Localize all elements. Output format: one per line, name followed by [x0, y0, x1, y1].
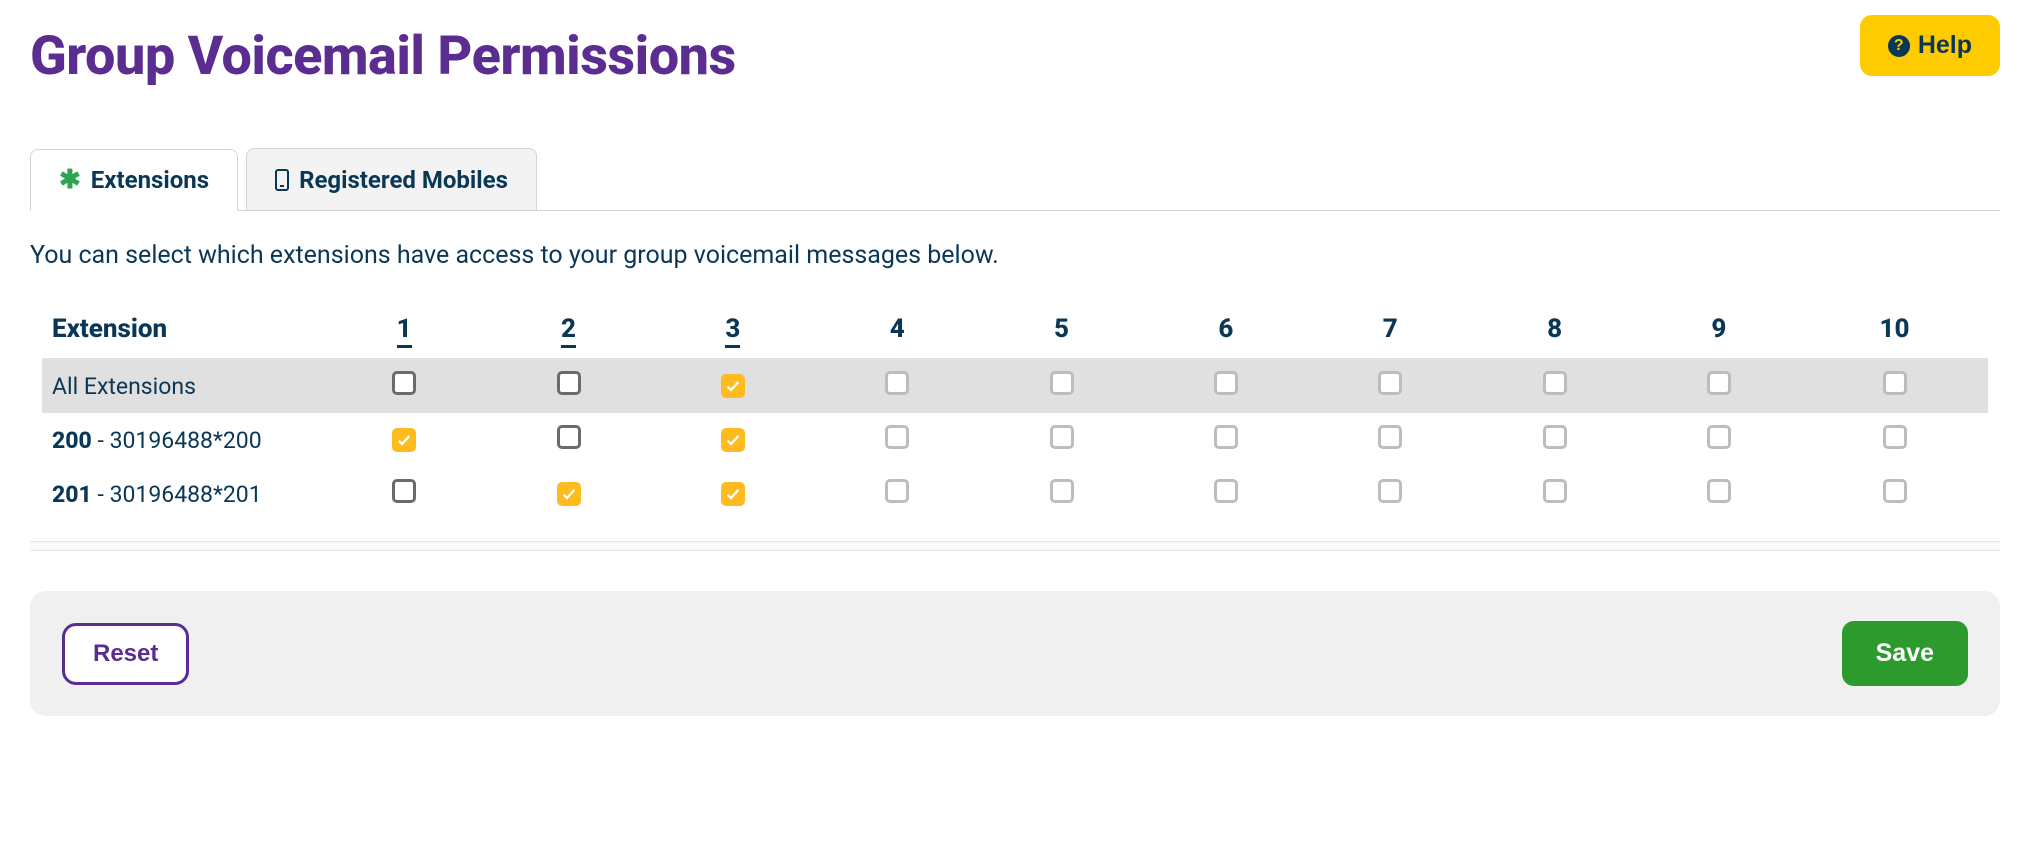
col-header-5: 5 — [979, 300, 1143, 359]
tab-registered-mobiles[interactable]: Registered Mobiles — [246, 148, 537, 210]
checkbox-cell — [651, 359, 815, 414]
checkbox[interactable] — [1050, 425, 1074, 449]
checkbox[interactable] — [1543, 425, 1567, 449]
col-header-4: 4 — [815, 300, 979, 359]
checkbox-cell — [651, 413, 815, 467]
table-row: 200 - 30196488*200 — [42, 413, 1988, 467]
col-header-3: 3 — [651, 300, 815, 359]
checkbox-cell — [1144, 413, 1308, 467]
tabs: ✱ Extensions Registered Mobiles — [30, 148, 2000, 211]
col-header-9: 9 — [1637, 300, 1801, 359]
checkbox[interactable] — [1378, 479, 1402, 503]
checkbox[interactable] — [1050, 479, 1074, 503]
checkbox[interactable] — [392, 371, 416, 395]
checkbox[interactable] — [557, 425, 581, 449]
checkbox-cell — [815, 413, 979, 467]
checkbox[interactable] — [1883, 371, 1907, 395]
description-text: You can select which extensions have acc… — [30, 241, 2000, 270]
col-header-2: 2 — [486, 300, 650, 359]
extension-label-cell: All Extensions — [42, 359, 322, 414]
checkbox-cell — [1801, 413, 1988, 467]
checkbox[interactable] — [1050, 371, 1074, 395]
checkbox-cell — [1472, 359, 1636, 414]
tab-extensions-label: Extensions — [91, 166, 209, 194]
checkbox-cell — [486, 413, 650, 467]
reset-button[interactable]: Reset — [62, 623, 189, 685]
col-header-6: 6 — [1144, 300, 1308, 359]
col-header-10: 10 — [1801, 300, 1988, 359]
checkbox-cell — [486, 467, 650, 521]
checkbox-cell — [979, 413, 1143, 467]
checkbox[interactable] — [885, 479, 909, 503]
table-row: 201 - 30196488*201 — [42, 467, 1988, 521]
asterisk-icon: ✱ — [59, 167, 81, 193]
checkbox[interactable] — [1883, 479, 1907, 503]
table-row: All Extensions — [42, 359, 1988, 414]
checkbox[interactable] — [885, 371, 909, 395]
col-header-7: 7 — [1308, 300, 1472, 359]
checkbox-cell — [651, 467, 815, 521]
checkbox[interactable] — [1543, 479, 1567, 503]
checkbox-cell — [1144, 359, 1308, 414]
tab-extensions[interactable]: ✱ Extensions — [30, 149, 238, 211]
checkbox-cell — [1801, 359, 1988, 414]
checkbox-cell — [1144, 467, 1308, 521]
mobile-icon — [275, 169, 289, 191]
checkbox[interactable] — [1707, 479, 1731, 503]
checkbox-cell — [1637, 359, 1801, 414]
footer-bar: Reset Save — [30, 591, 2000, 716]
help-icon: ? — [1888, 35, 1910, 57]
checkbox[interactable] — [1378, 371, 1402, 395]
checkbox-cell — [1308, 359, 1472, 414]
checkbox[interactable] — [1543, 371, 1567, 395]
checkbox-cell — [1637, 467, 1801, 521]
col-header-extension: Extension — [42, 300, 322, 359]
save-button[interactable]: Save — [1842, 621, 1968, 686]
checkbox[interactable] — [392, 428, 416, 452]
checkbox-cell — [815, 467, 979, 521]
checkbox-cell — [1308, 467, 1472, 521]
checkbox-cell — [1472, 413, 1636, 467]
col-header-8: 8 — [1472, 300, 1636, 359]
checkbox-cell — [1637, 413, 1801, 467]
checkbox[interactable] — [1214, 371, 1238, 395]
help-button[interactable]: ? Help — [1860, 15, 2000, 76]
checkbox[interactable] — [557, 482, 581, 506]
checkbox[interactable] — [1378, 425, 1402, 449]
checkbox-cell — [1801, 467, 1988, 521]
checkbox[interactable] — [1214, 425, 1238, 449]
checkbox[interactable] — [1707, 371, 1731, 395]
divider — [30, 541, 2000, 551]
checkbox-cell — [1472, 467, 1636, 521]
checkbox-cell — [979, 467, 1143, 521]
help-label: Help — [1918, 31, 1972, 60]
checkbox[interactable] — [1883, 425, 1907, 449]
checkbox-cell — [486, 359, 650, 414]
checkbox-cell — [322, 413, 486, 467]
checkbox[interactable] — [1707, 425, 1731, 449]
permissions-table: Extension 12345678910 All Extensions200 … — [42, 300, 1988, 521]
page-title: Group Voicemail Permissions — [30, 25, 736, 88]
extension-label-cell: 200 - 30196488*200 — [42, 413, 322, 467]
checkbox-cell — [1308, 413, 1472, 467]
checkbox[interactable] — [721, 428, 745, 452]
checkbox[interactable] — [721, 482, 745, 506]
checkbox-cell — [322, 467, 486, 521]
col-header-1: 1 — [322, 300, 486, 359]
checkbox[interactable] — [1214, 479, 1238, 503]
checkbox-cell — [815, 359, 979, 414]
extension-label-cell: 201 - 30196488*201 — [42, 467, 322, 521]
checkbox-cell — [979, 359, 1143, 414]
checkbox[interactable] — [721, 374, 745, 398]
checkbox[interactable] — [392, 479, 416, 503]
tab-registered-mobiles-label: Registered Mobiles — [299, 166, 508, 194]
checkbox[interactable] — [885, 425, 909, 449]
checkbox[interactable] — [557, 371, 581, 395]
checkbox-cell — [322, 359, 486, 414]
